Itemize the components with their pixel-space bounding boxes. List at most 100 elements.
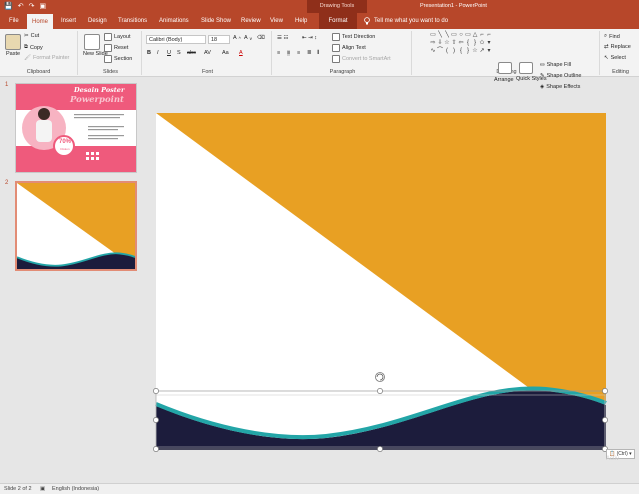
decrease-font-button[interactable]: Av <box>244 35 252 41</box>
align-text-label: Align Text <box>342 45 366 51</box>
font-size-select[interactable]: 18 <box>208 35 230 44</box>
shape-brace-icon[interactable]: { <box>465 40 471 47</box>
shape-rect-icon[interactable]: ▭ <box>430 32 436 39</box>
format-painter-button[interactable]: 🖌 Format Painter <box>24 55 69 61</box>
tab-review[interactable]: Review <box>236 13 266 29</box>
tab-slideshow[interactable]: Slide Show <box>196 13 236 29</box>
tab-help[interactable]: Help <box>290 13 312 29</box>
tab-home[interactable]: Home <box>27 14 54 29</box>
shape-arrow-icon[interactable]: ⇩ <box>437 40 443 47</box>
shape-line-icon[interactable]: ╲ <box>444 32 450 39</box>
resize-handle[interactable] <box>602 417 608 423</box>
resize-handle[interactable] <box>153 446 159 452</box>
indent-icon[interactable]: ⇤ ⇥ ↕ <box>302 35 317 41</box>
shape-curve-icon[interactable]: ⌒ <box>437 48 443 55</box>
shape-oval-icon[interactable]: ○ <box>458 32 464 39</box>
smartart-button[interactable]: Convert to SmartArt <box>332 55 391 63</box>
shape-more-icon[interactable]: ▾ <box>486 40 492 47</box>
columns-icon[interactable]: ⫴ <box>317 50 319 57</box>
tab-design[interactable]: Design <box>83 13 112 29</box>
cut-label: Cut <box>30 33 40 39</box>
arrange-icon[interactable] <box>498 62 512 74</box>
slide-canvas[interactable] <box>153 113 608 452</box>
align-left-icon[interactable]: ≡ <box>277 50 280 56</box>
find-button[interactable]: ⌕ Find <box>604 33 620 40</box>
underline-button[interactable]: U <box>167 50 171 56</box>
shape-dropdown-icon[interactable]: ▾ <box>486 48 492 55</box>
arrange-button[interactable]: Arrange <box>494 77 514 83</box>
resize-handle[interactable] <box>377 446 383 452</box>
text-direction-button[interactable]: Text Direction <box>332 33 375 41</box>
shape-corner-icon[interactable]: ⌐ <box>479 32 485 39</box>
shape-rect-icon[interactable]: ▭ <box>451 32 457 39</box>
tab-view[interactable]: View <box>265 13 288 29</box>
undo-icon[interactable]: ↶ <box>18 1 24 12</box>
align-right-icon[interactable]: ≡ <box>297 50 300 56</box>
start-presentation-icon[interactable]: ▣ <box>39 1 46 12</box>
shape-rect-icon[interactable]: ▭ <box>465 32 471 39</box>
resize-handle[interactable] <box>377 388 383 394</box>
shape-arrow-icon[interactable]: ⇦ <box>458 40 464 47</box>
font-color-button[interactable]: A <box>239 50 243 56</box>
layout-button[interactable]: Layout <box>104 33 131 41</box>
quick-styles-icon[interactable] <box>519 62 533 74</box>
tab-animations[interactable]: Animations <box>154 13 194 29</box>
shape-fill-button[interactable]: ⛀ Shape Fill <box>540 62 571 68</box>
tab-transitions[interactable]: Transitions <box>113 13 152 29</box>
font-family-select[interactable]: Calibri (Body) <box>146 35 206 44</box>
shape-brace-icon[interactable]: { <box>458 48 464 55</box>
new-slide-icon[interactable] <box>84 34 100 50</box>
save-icon[interactable]: 💾 <box>4 1 13 12</box>
shape-arrow-icon[interactable]: ⇨ <box>430 40 436 47</box>
align-text-button[interactable]: Align Text <box>332 44 366 52</box>
paste-icon[interactable] <box>5 34 21 50</box>
shape-arrow-icon[interactable]: ⇧ <box>451 40 457 47</box>
shape-bracket-icon[interactable]: ( <box>444 48 450 55</box>
redo-icon[interactable]: ↷ <box>29 1 35 12</box>
shape-corner-icon[interactable]: ⌐ <box>486 32 492 39</box>
shape-brace-icon[interactable]: } <box>465 48 471 55</box>
shadow-button[interactable]: S <box>177 50 181 56</box>
slide-thumbnail-1[interactable]: Desain Poster Powerpoint 70% Diskon <box>15 83 137 173</box>
resize-handle[interactable] <box>153 417 159 423</box>
tab-insert[interactable]: Insert <box>56 13 81 29</box>
cut-button[interactable]: ✂ Cut <box>24 33 39 39</box>
replace-button[interactable]: ⇄ Replace <box>604 44 631 50</box>
tell-me-box[interactable]: Tell me what you want to do <box>364 13 448 29</box>
slide-thumbnail-2[interactable] <box>15 181 137 271</box>
resize-handle[interactable] <box>153 388 159 394</box>
bullets-icon[interactable]: ☰ ☷ <box>277 35 288 41</box>
copy-button[interactable]: ⧉ Copy <box>24 44 43 51</box>
justify-icon[interactable]: ≣ <box>307 50 312 56</box>
resize-handle[interactable] <box>602 388 608 394</box>
shape-arrow-icon[interactable]: ↗ <box>479 48 485 55</box>
tab-file[interactable]: File <box>4 13 24 29</box>
bold-button[interactable]: B <box>147 50 151 56</box>
shape-star-icon[interactable]: ☆ <box>472 48 478 55</box>
reset-button[interactable]: Reset <box>104 44 128 52</box>
shapes-gallery[interactable]: ▭ ╲ ╲ ▭ ○ ▭ △ ⌐ ⌐ ⇨ ⇩ ☆ ⇧ ⇦{} ✩ ▾ ∿ ⌒(){} ☆ ↗ ▾ <box>430 32 492 60</box>
char-spacing-button[interactable]: AV <box>204 50 211 56</box>
select-button[interactable]: ↖ Select <box>604 55 626 61</box>
strikethrough-button[interactable]: abc <box>187 50 196 56</box>
paste-button[interactable]: Paste <box>6 51 20 57</box>
rotate-handle-icon[interactable] <box>375 372 385 382</box>
shape-line-icon[interactable]: ╲ <box>437 32 443 39</box>
shape-bracket-icon[interactable]: ) <box>451 48 457 55</box>
shape-curve-icon[interactable]: ∿ <box>430 48 436 55</box>
shape-star-icon[interactable]: ☆ <box>444 40 450 47</box>
shape-brace-icon[interactable]: } <box>472 40 478 47</box>
language-indicator[interactable]: English (Indonesia) <box>52 486 99 492</box>
section-button[interactable]: Section <box>104 55 132 63</box>
increase-font-button[interactable]: A ^ <box>233 35 241 41</box>
shape-star-icon[interactable]: ✩ <box>479 40 485 47</box>
italic-button[interactable]: I <box>157 50 159 56</box>
spellcheck-icon[interactable]: ▣ <box>40 486 45 492</box>
shape-outline-button[interactable]: ✎ Shape Outline <box>540 73 581 79</box>
clear-format-icon[interactable]: ⌫ <box>257 35 265 41</box>
change-case-button[interactable]: Aa <box>222 50 229 56</box>
align-center-icon[interactable]: ≡ <box>287 50 291 56</box>
shape-effects-button[interactable]: ◈ Shape Effects <box>540 84 580 90</box>
tab-format[interactable]: Format <box>319 13 357 29</box>
shape-triangle-icon[interactable]: △ <box>472 32 478 39</box>
